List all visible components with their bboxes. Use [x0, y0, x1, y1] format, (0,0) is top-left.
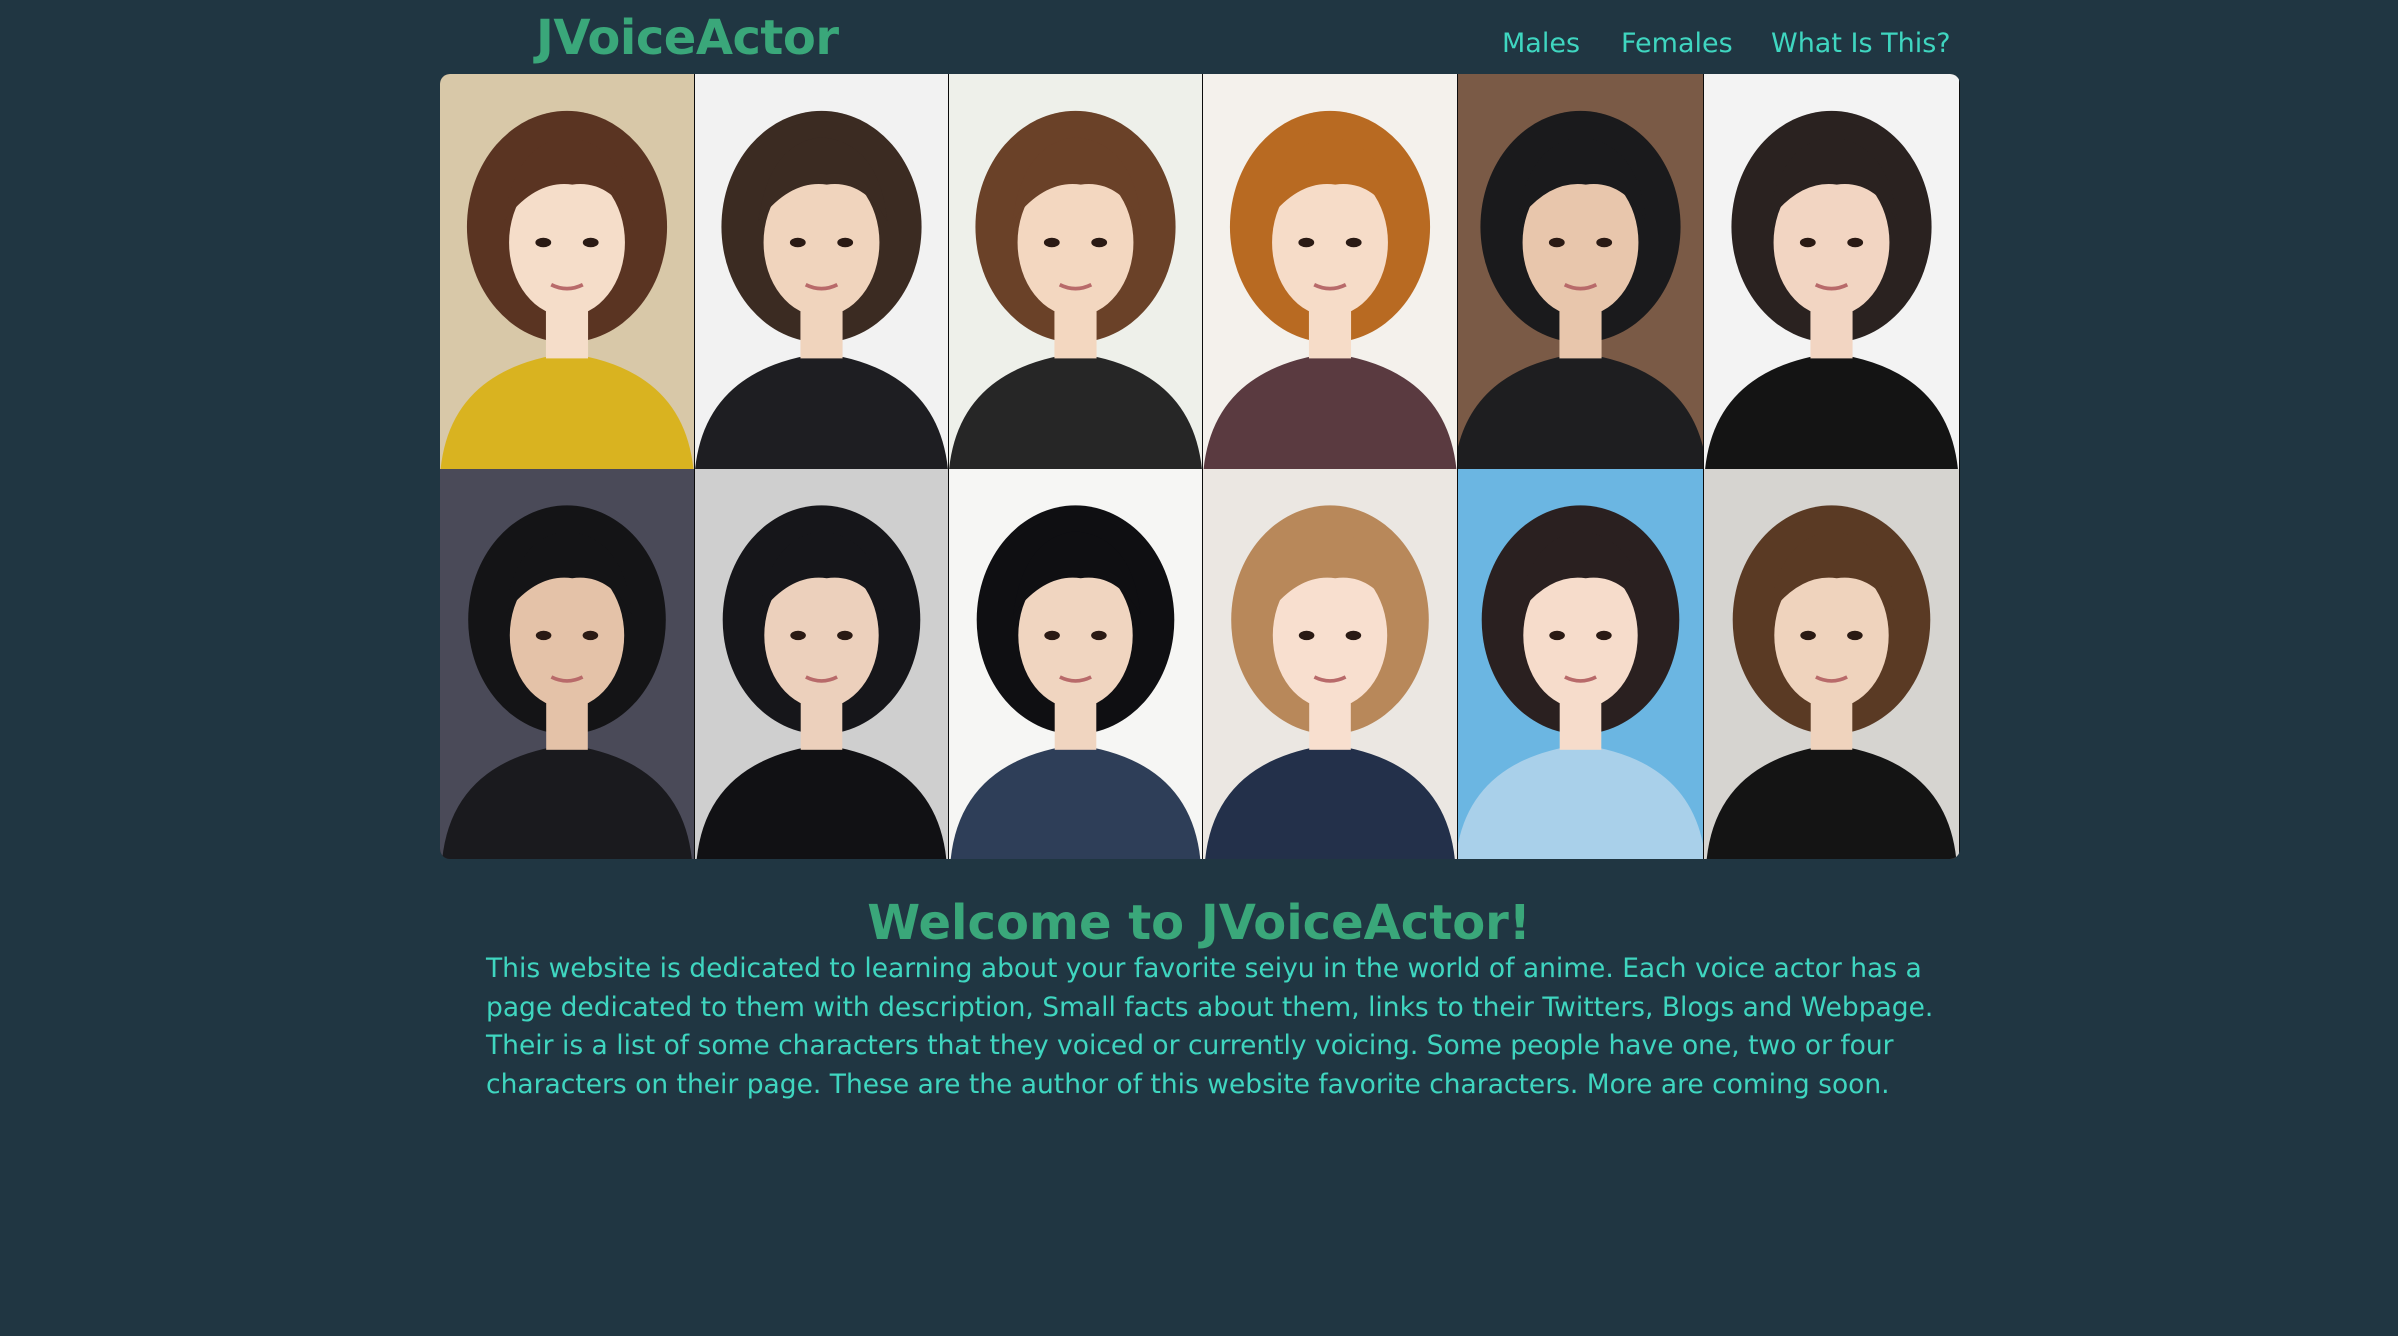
- portrait-7: [440, 469, 695, 859]
- voice-actor-banner: [440, 74, 1960, 859]
- nav-what-is-this-link[interactable]: What Is This?: [1771, 30, 1951, 57]
- welcome-heading: Welcome to JVoiceActor!: [867, 895, 1531, 951]
- main-nav: Males Females What Is This?: [0, 30, 2398, 70]
- portrait-5: [1458, 74, 1704, 469]
- portrait-2: [695, 74, 949, 469]
- nav-females-link[interactable]: Females: [1621, 30, 1733, 57]
- portrait-8: [695, 469, 949, 859]
- portrait-12: [1704, 469, 1960, 859]
- portrait-1: [440, 74, 695, 469]
- portrait-4: [1203, 74, 1458, 469]
- portrait-9: [949, 469, 1203, 859]
- site-header: JVoiceActor Males Females What Is This?: [0, 0, 2398, 74]
- portrait-6: [1704, 74, 1960, 469]
- portrait-3: [949, 74, 1203, 469]
- portrait-10: [1203, 469, 1458, 859]
- nav-males-link[interactable]: Males: [1502, 30, 1580, 57]
- intro-paragraph: This website is dedicated to learning ab…: [486, 953, 1934, 1100]
- portrait-11: [1458, 469, 1704, 859]
